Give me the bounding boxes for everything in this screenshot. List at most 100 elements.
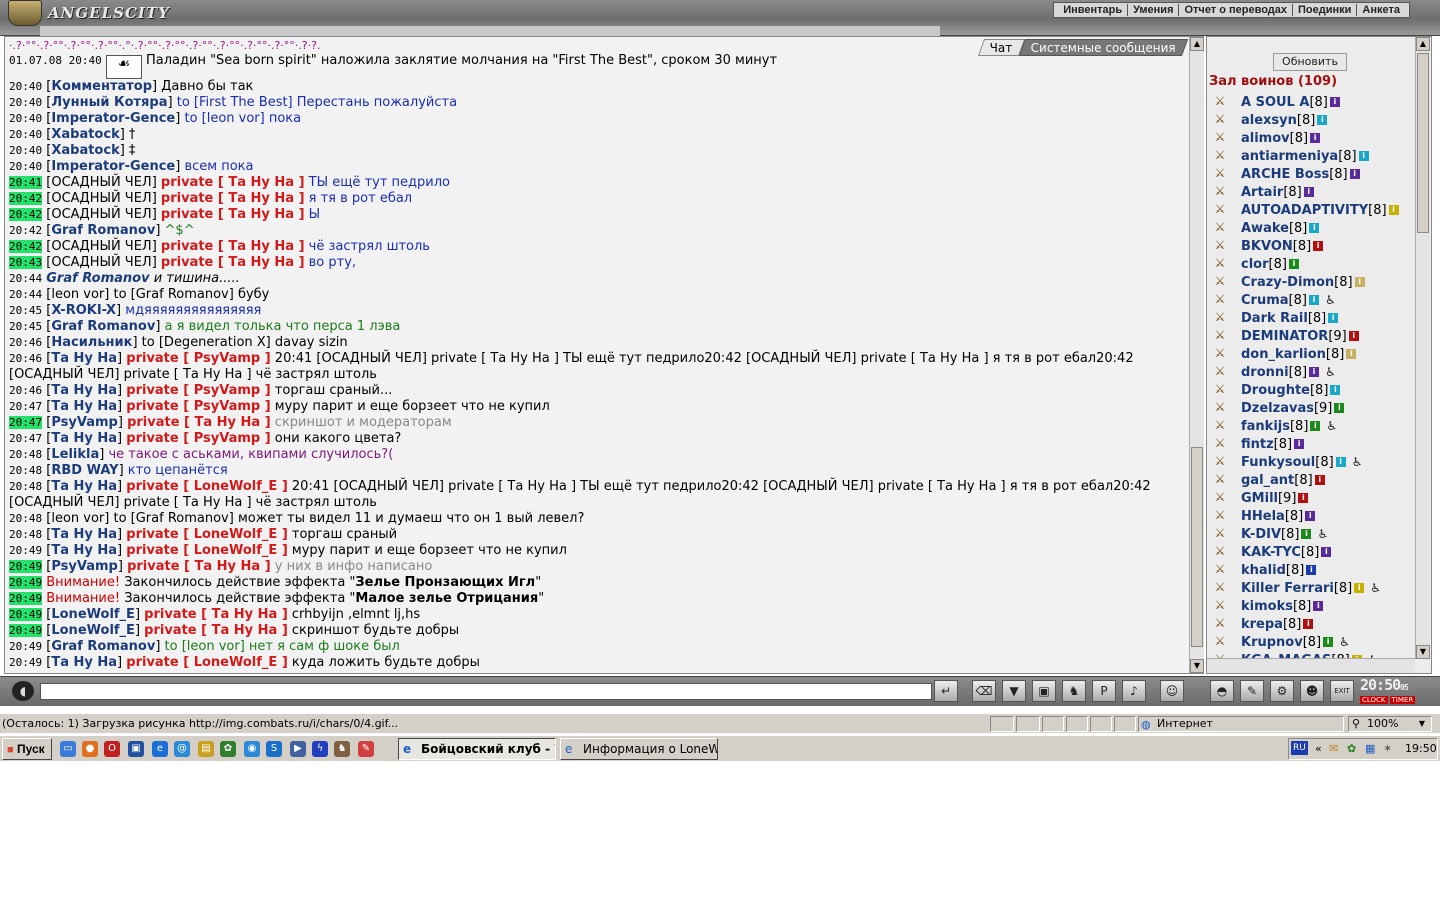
private-link[interactable]: private [ Та Ну На ] — [127, 559, 271, 574]
user-name[interactable]: gal_ant — [1241, 473, 1294, 488]
message-time[interactable]: 20:49 — [9, 608, 43, 621]
fight-arrow-icon[interactable]: ⚔ — [1209, 256, 1231, 272]
fight-arrow-icon[interactable]: ⚔ — [1209, 526, 1231, 542]
info-icon[interactable]: i — [1294, 439, 1305, 449]
game-icon[interactable]: ♞ — [334, 741, 350, 757]
private-link[interactable]: private [ Та Ну На ] — [161, 175, 305, 190]
nick-link[interactable]: Graf Romanov — [51, 223, 155, 238]
message-time[interactable]: 20:48 — [9, 448, 42, 461]
user-name[interactable]: Cruma — [1241, 293, 1289, 308]
player-icon[interactable]: ▶ — [290, 741, 306, 757]
fight-arrow-icon[interactable]: ⚔ — [1209, 508, 1231, 524]
fight-arrow-icon[interactable]: ⚔ — [1209, 436, 1231, 452]
fight-arrow-icon[interactable]: ⚔ — [1209, 184, 1231, 200]
clock-label[interactable]: CLOCK — [1360, 696, 1388, 704]
message-time[interactable]: 20:49 — [9, 592, 43, 605]
message-time[interactable]: 20:48 — [9, 480, 42, 493]
fight-arrow-icon[interactable]: ⚔ — [1209, 328, 1231, 344]
user-name[interactable]: krepa — [1241, 617, 1283, 632]
tray-icq-icon[interactable]: ✿ — [1347, 739, 1356, 759]
message-time[interactable]: 20:48 — [9, 512, 42, 525]
user-name[interactable]: fankijs — [1241, 419, 1290, 434]
people-icon[interactable]: ☻ — [1300, 680, 1324, 702]
info-icon[interactable]: i — [1313, 241, 1324, 251]
skype-icon[interactable]: S — [266, 741, 282, 757]
chevron-left-icon[interactable]: « — [1315, 739, 1322, 759]
fight-arrow-icon[interactable]: ⚔ — [1209, 346, 1231, 362]
nick-link[interactable]: Та Ну На — [51, 655, 117, 670]
user-name[interactable]: Funkysoul — [1241, 455, 1315, 470]
message-time[interactable]: 20:40 — [9, 80, 42, 93]
private-link[interactable]: private [ Та Ну На ] — [161, 207, 305, 222]
message-time[interactable]: 20:44 — [9, 288, 42, 301]
user-name[interactable]: dronni — [1241, 365, 1289, 380]
user-name[interactable]: alimov — [1241, 131, 1290, 146]
user-name[interactable]: A SOUL A — [1241, 95, 1309, 110]
info-icon[interactable]: i — [1330, 385, 1341, 395]
scroll-down-icon[interactable]: ▼ — [1190, 659, 1204, 673]
info-icon[interactable]: i — [1346, 349, 1357, 359]
filter-icon[interactable]: ▼ — [1002, 680, 1026, 702]
nick-link[interactable]: PsyVamp — [51, 415, 118, 430]
info-icon[interactable]: i — [1348, 331, 1359, 341]
private-link[interactable]: private [ Та Ну На ] — [161, 239, 305, 254]
user-name[interactable]: DEMINATOR — [1241, 329, 1328, 344]
settings-icon[interactable]: ⚙ — [1270, 680, 1294, 702]
nick-link[interactable]: Xabatock — [51, 127, 119, 142]
fight-arrow-icon[interactable]: ⚔ — [1209, 598, 1231, 614]
user-name[interactable]: KAK-TYC — [1241, 545, 1301, 560]
clear-icon[interactable]: ⌫ — [972, 680, 996, 702]
message-time[interactable]: 20:46 — [9, 336, 42, 349]
user-name[interactable]: khalid — [1241, 563, 1286, 578]
private-link[interactable]: private [ LoneWolf_E ] — [126, 479, 288, 494]
user-name[interactable]: K-DIV — [1241, 527, 1281, 542]
menu-inventory[interactable]: Инвентарь — [1058, 4, 1129, 16]
music-icon[interactable]: ♪ — [1122, 680, 1146, 702]
message-time[interactable]: 20:49 — [9, 640, 42, 653]
fight-arrow-icon[interactable]: ⚔ — [1209, 148, 1231, 164]
user-name[interactable]: kimoks — [1241, 599, 1293, 614]
private-link[interactable]: private [ Та Ну На ] — [144, 623, 288, 638]
lightning-icon[interactable]: ϟ — [312, 741, 328, 757]
message-time[interactable]: 20:40 — [9, 112, 42, 125]
message-time[interactable]: 20:43 — [9, 256, 43, 269]
private-link[interactable]: private [ LoneWolf_E ] — [126, 527, 288, 542]
private-link[interactable]: private [ LoneWolf_E ] — [126, 655, 288, 670]
nick-link[interactable]: Lelikla — [51, 447, 99, 462]
user-name[interactable]: AUTOADAPTIVITY — [1241, 203, 1368, 218]
info-icon[interactable]: i — [1328, 313, 1339, 323]
fighter-icon[interactable]: ♞ — [1062, 680, 1086, 702]
timer-label[interactable]: TIMER — [1389, 696, 1416, 704]
info-icon[interactable]: i — [1329, 97, 1340, 107]
fight-arrow-icon[interactable]: ⚔ — [1209, 472, 1231, 488]
bag-icon[interactable]: ◓ — [1210, 680, 1234, 702]
private-link[interactable]: private [ PsyVamp ] — [126, 351, 270, 366]
fight-arrow-icon[interactable]: ⚔ — [1209, 94, 1231, 110]
scroll-down-icon[interactable]: ▼ — [1416, 645, 1430, 659]
private-link[interactable]: private [ PsyVamp ] — [126, 431, 270, 446]
scroll-thumb[interactable] — [1417, 53, 1429, 233]
message-time[interactable]: 20:46 — [9, 384, 42, 397]
user-name[interactable]: clor — [1241, 257, 1269, 272]
private-link[interactable]: private [ LoneWolf_E ] — [126, 543, 288, 558]
info-icon[interactable]: i — [1354, 583, 1365, 593]
fight-arrow-icon[interactable]: ⚔ — [1209, 562, 1231, 578]
nick-link[interactable]: Та Ну На — [51, 527, 117, 542]
outlook-icon[interactable]: @ — [174, 741, 190, 757]
nick-link[interactable]: Лунный Котяра — [51, 95, 167, 110]
private-link[interactable]: private [ Та Ну На ] — [161, 191, 305, 206]
message-time[interactable]: 20:40 — [9, 128, 42, 141]
zoom-control[interactable]: ⚲ 100% ▼ — [1348, 716, 1432, 732]
message-time[interactable]: 20:41 — [9, 176, 43, 189]
info-icon[interactable]: i — [1335, 457, 1346, 467]
user-name[interactable]: Artair — [1241, 185, 1283, 200]
nick-link[interactable]: X-ROKI-X — [51, 303, 116, 318]
nick-link[interactable]: RBD WAY — [51, 463, 118, 478]
nick-link[interactable]: Graf Romanov — [51, 319, 155, 334]
scroll-icon[interactable]: ✎ — [1240, 680, 1264, 702]
ie-icon[interactable]: e — [152, 741, 168, 757]
user-name[interactable]: Krupnov — [1241, 635, 1303, 650]
message-time[interactable]: 20:49 — [9, 656, 42, 669]
message-time[interactable]: 20:42 — [9, 240, 43, 253]
fight-arrow-icon[interactable]: ⚔ — [1209, 400, 1231, 416]
